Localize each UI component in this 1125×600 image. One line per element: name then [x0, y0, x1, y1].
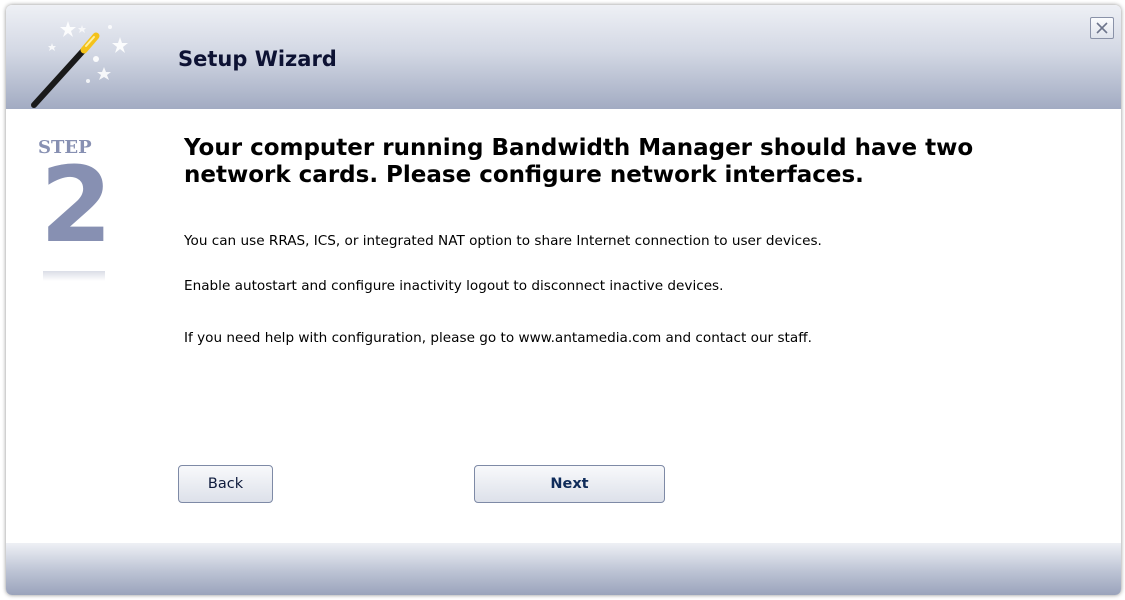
info-paragraph-nat: You can use RRAS, ICS, or integrated NAT…: [184, 233, 822, 249]
step-headline: Your computer running Bandwidth Manager …: [184, 135, 974, 188]
wizard-header: Setup Wizard: [6, 5, 1121, 109]
step-number-reflection: [43, 271, 105, 281]
info-paragraph-help: If you need help with configuration, ple…: [184, 330, 812, 346]
setup-wizard-window: Setup Wizard STEP 2 Your computer runnin…: [6, 5, 1121, 595]
back-button[interactable]: Back: [178, 465, 273, 503]
wizard-content: STEP 2 Your computer running Bandwidth M…: [6, 109, 1121, 543]
close-icon: [1096, 22, 1108, 34]
step-number: 2: [40, 144, 113, 266]
wizard-footer: [6, 543, 1121, 595]
next-button[interactable]: Next: [474, 465, 665, 503]
magic-wand-icon: [31, 21, 128, 108]
info-paragraph-autostart: Enable autostart and configure inactivit…: [184, 278, 724, 294]
close-button[interactable]: [1090, 17, 1114, 39]
wizard-title: Setup Wizard: [178, 47, 337, 71]
